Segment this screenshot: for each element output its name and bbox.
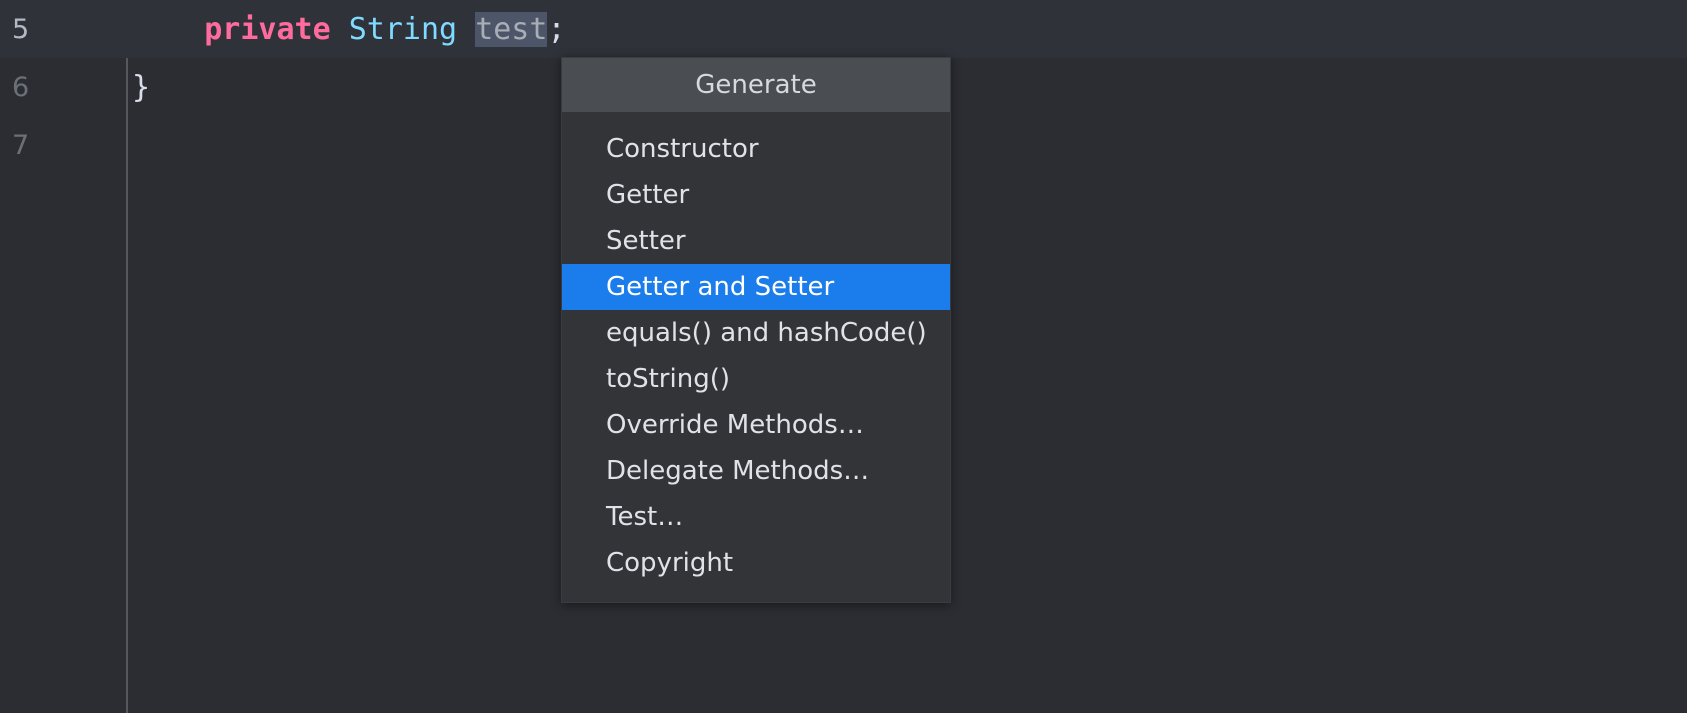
code-token-brace: } xyxy=(132,70,150,105)
generate-menu-item[interactable]: Delegate Methods… xyxy=(562,448,950,494)
line-number: 5 xyxy=(0,16,112,43)
code-token-punct: ; xyxy=(547,12,565,47)
generate-menu-item[interactable]: toString() xyxy=(562,356,950,402)
generate-menu-item[interactable]: Getter and Setter xyxy=(562,264,950,310)
code-token-indent xyxy=(132,12,204,47)
generate-menu-item[interactable]: Copyright xyxy=(562,540,950,586)
code-token-ident-selected: test xyxy=(475,12,547,47)
generate-menu-item[interactable]: Setter xyxy=(562,218,950,264)
code-line-text: private String test; xyxy=(132,12,566,47)
line-number: 7 xyxy=(0,132,112,159)
generate-popup[interactable]: Generate ConstructorGetterSetterGetter a… xyxy=(561,57,951,603)
line-number: 6 xyxy=(0,74,112,101)
code-token-plain xyxy=(331,12,349,47)
code-line-text: } xyxy=(132,70,150,105)
generate-menu-item[interactable]: Override Methods… xyxy=(562,402,950,448)
generate-menu-item[interactable]: Constructor xyxy=(562,126,950,172)
code-line[interactable]: 5 private String test; xyxy=(0,0,1687,58)
generate-popup-title: Generate xyxy=(562,58,950,112)
code-token-plain xyxy=(457,12,475,47)
generate-menu-item[interactable]: Getter xyxy=(562,172,950,218)
generate-popup-list: ConstructorGetterSetterGetter and Setter… xyxy=(562,112,950,602)
code-token-keyword: private xyxy=(204,12,330,47)
generate-menu-item[interactable]: equals() and hashCode() xyxy=(562,310,950,356)
code-token-type: String xyxy=(349,12,457,47)
generate-menu-item[interactable]: Test… xyxy=(562,494,950,540)
